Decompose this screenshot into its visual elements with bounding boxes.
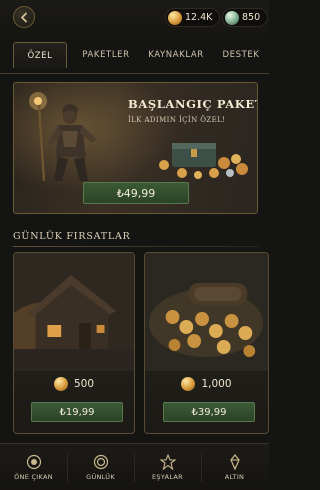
starter-pack-banner[interactable]: BAŞLANGIÇ PAKETİ İLK ADIMIN İÇİN ÖZEL! ₺…	[13, 82, 258, 214]
daily-deal-card[interactable]: 1,000 ₺39,99	[144, 252, 269, 434]
gem-balance[interactable]: 850	[222, 8, 269, 27]
nav-label: EŞYALAR	[152, 473, 183, 481]
gold-coin-icon	[168, 10, 182, 25]
gem-icon	[225, 10, 239, 25]
starter-pack-buy-button[interactable]: ₺49,99	[83, 182, 189, 204]
daily-deal-card[interactable]: 500 ₺19,99	[13, 252, 135, 434]
deal-buy-button[interactable]: ₺19,99	[31, 402, 123, 422]
treasure-chest-illustration	[159, 143, 248, 179]
bottom-navigation: ÖNE ÇIKAN GÜNLÜK EŞYALAR ALTIN	[0, 443, 269, 490]
deal-amount: 1,000	[145, 377, 268, 391]
daily-deals-title: GÜNLÜK FIRSATLAR	[13, 231, 131, 242]
top-bar: 12.4K 850	[0, 0, 269, 36]
tab-divider	[0, 73, 269, 74]
nav-label: ALTIN	[224, 473, 245, 481]
nav-label: GÜNLÜK	[86, 473, 115, 481]
gold-balance-value: 12.4K	[185, 12, 213, 23]
gold-balance[interactable]: 12.4K	[165, 8, 221, 27]
price-label: ₺39,99	[191, 406, 227, 418]
nav-featured[interactable]: ÖNE ÇIKAN	[0, 444, 67, 490]
price-label: ₺19,99	[59, 406, 95, 418]
back-button[interactable]	[13, 6, 35, 28]
nav-label: ÖNE ÇIKAN	[14, 473, 53, 481]
gold-icon	[229, 454, 240, 470]
nav-items[interactable]: EŞYALAR	[134, 444, 201, 490]
nav-gold[interactable]: ALTIN	[201, 444, 268, 490]
starter-pack-title: BAŞLANGIÇ PAKETİ	[128, 97, 258, 111]
starter-pack-subtitle: İLK ADIMIN İÇİN ÖZEL!	[128, 116, 226, 124]
gold-coin-icon	[181, 377, 196, 391]
tab-paketler[interactable]: PAKETLER	[74, 42, 138, 68]
tab-kaynaklar[interactable]: KAYNAKLAR	[140, 42, 212, 68]
tab-destek[interactable]: DESTEK	[213, 42, 269, 68]
gold-coin-icon	[53, 377, 68, 391]
items-icon	[159, 454, 176, 470]
deal-buy-button[interactable]: ₺39,99	[163, 402, 255, 422]
deal-amount-value: 1,000	[201, 378, 232, 390]
chevron-left-icon	[20, 11, 27, 23]
tab-label: DESTEK	[222, 50, 260, 60]
tab-ozel[interactable]: ÖZEL	[13, 42, 67, 68]
daily-icon	[93, 454, 108, 470]
gem-balance-value: 850	[242, 12, 261, 23]
tab-label: ÖZEL	[27, 50, 53, 61]
coin-pile-illustration	[145, 253, 268, 371]
cabin-illustration	[14, 253, 134, 371]
shop-tabs: ÖZEL PAKETLER KAYNAKLAR DESTEK	[0, 36, 269, 74]
deal-amount: 500	[14, 377, 134, 391]
deal-amount-value: 500	[73, 378, 95, 390]
warrior-illustration	[29, 92, 96, 182]
section-divider	[13, 246, 258, 247]
tab-label: PAKETLER	[82, 50, 130, 60]
price-label: ₺49,99	[116, 186, 156, 200]
nav-daily[interactable]: GÜNLÜK	[67, 444, 134, 490]
tab-label: KAYNAKLAR	[148, 50, 204, 60]
featured-icon	[26, 454, 41, 470]
